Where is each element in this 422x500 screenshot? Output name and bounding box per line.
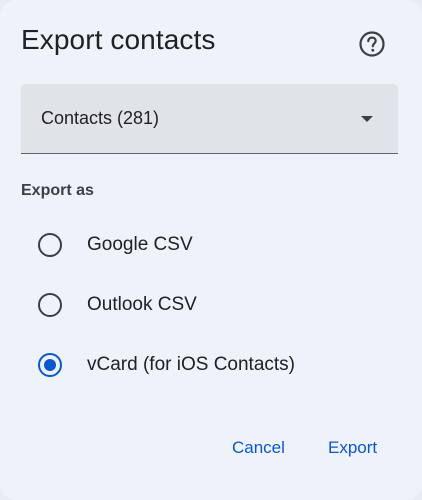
dialog-title: Export contacts <box>21 24 216 55</box>
radio-google-csv[interactable] <box>38 233 62 257</box>
export-button[interactable]: Export <box>328 438 377 464</box>
option-google-csv[interactable]: Google CSV <box>30 225 390 265</box>
contacts-source-select[interactable]: Contacts (281) <box>21 84 398 154</box>
help-circle-icon <box>359 31 385 57</box>
option-label: vCard (for iOS Contacts) <box>87 354 295 375</box>
select-value: Contacts (281) <box>41 108 160 128</box>
option-label: Outlook CSV <box>87 294 197 315</box>
help-button[interactable] <box>358 30 386 58</box>
export-as-label: Export as <box>21 182 94 199</box>
export-contacts-dialog: Export contacts Contacts (281) Export as… <box>0 0 422 500</box>
radio-outlook-csv[interactable] <box>38 293 62 317</box>
cancel-button[interactable]: Cancel <box>232 438 285 464</box>
dropdown-arrow-icon <box>360 114 374 124</box>
option-label: Google CSV <box>87 234 193 255</box>
option-vcard[interactable]: vCard (for iOS Contacts) <box>30 345 390 385</box>
option-outlook-csv[interactable]: Outlook CSV <box>30 285 390 325</box>
radio-vcard[interactable] <box>38 353 62 377</box>
